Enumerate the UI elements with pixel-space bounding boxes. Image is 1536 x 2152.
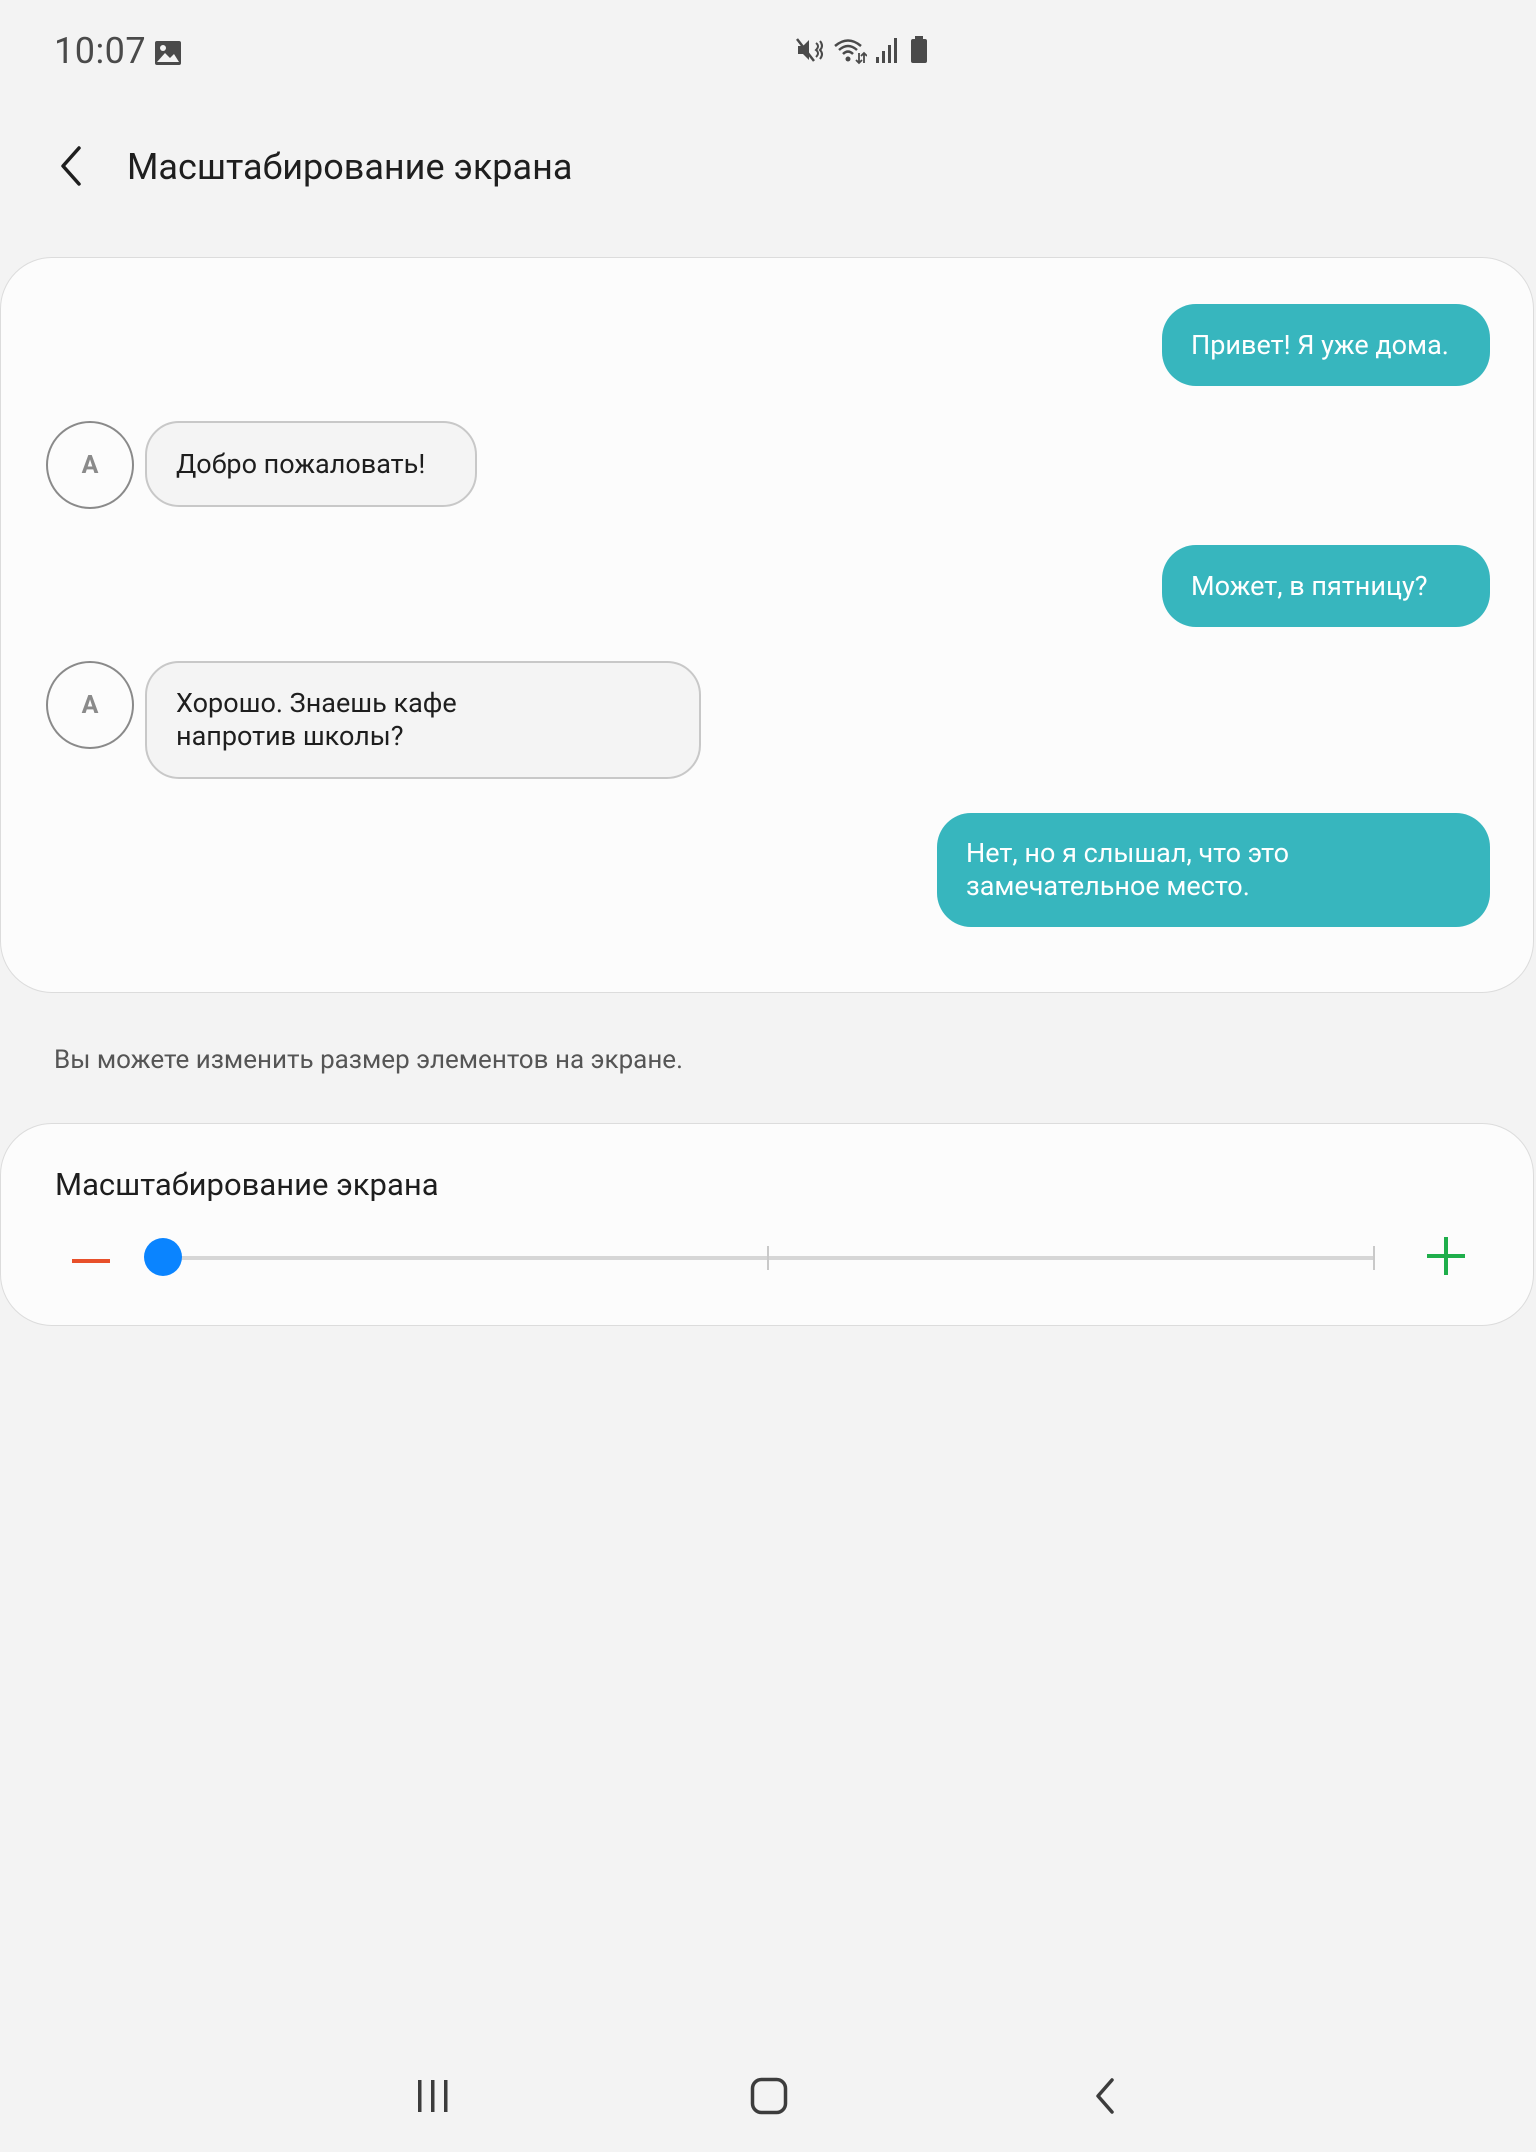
page-title: Масштабирование экрана — [127, 146, 573, 188]
zoom-slider[interactable] — [163, 1246, 1375, 1270]
header: Масштабирование экрана — [0, 104, 1536, 232]
nav-back-button[interactable] — [1077, 2076, 1133, 2120]
plus-icon — [1427, 1237, 1465, 1279]
message-text: Нет, но я слышал, что это замечательное … — [966, 837, 1289, 902]
avatar-initial: A — [81, 690, 99, 720]
zoom-title: Масштабирование экрана — [55, 1166, 439, 1203]
mute-vibrate-icon — [795, 35, 825, 69]
status-time: 10:07 — [54, 30, 147, 72]
message-outgoing: Может, в пятницу? — [1162, 545, 1490, 627]
zoom-slider-thumb[interactable] — [144, 1238, 182, 1276]
message-text: Привет! Я уже дома. — [1191, 328, 1449, 361]
gallery-icon — [154, 40, 182, 66]
message-incoming: Хорошо. Знаешь кафе напротив школы? — [145, 661, 701, 779]
message-text: Добро пожаловать! — [176, 447, 426, 480]
back-icon — [1093, 2077, 1117, 2119]
zoom-in-button[interactable] — [1422, 1234, 1470, 1282]
slider-tick — [767, 1246, 769, 1270]
message-text: Хорошо. Знаешь кафе напротив школы? — [176, 687, 457, 752]
preview-card: Привет! Я уже дома. A Добро пожаловать! … — [0, 257, 1534, 993]
chevron-left-icon — [57, 144, 85, 192]
zoom-out-button[interactable] — [67, 1234, 115, 1282]
minus-icon — [72, 1249, 110, 1268]
home-button[interactable] — [741, 2076, 797, 2120]
home-icon — [750, 2077, 788, 2119]
avatar: A — [46, 421, 134, 509]
message-outgoing: Привет! Я уже дома. — [1162, 304, 1490, 386]
navigation-bar — [0, 2040, 1536, 2152]
avatar-initial: A — [81, 450, 99, 480]
status-icons — [795, 36, 929, 68]
zoom-card: Масштабирование экрана — [0, 1123, 1534, 1326]
message-text: Может, в пятницу? — [1191, 569, 1428, 602]
wifi-icon — [833, 35, 868, 69]
message-outgoing: Нет, но я слышал, что это замечательное … — [937, 813, 1490, 927]
avatar: A — [46, 661, 134, 749]
recent-apps-icon — [415, 2079, 451, 2117]
back-button[interactable] — [46, 138, 96, 198]
status-bar: 10:07 — [0, 0, 1536, 104]
signal-icon — [875, 35, 901, 69]
message-incoming: Добро пожаловать! — [145, 421, 477, 507]
recent-apps-button[interactable] — [405, 2076, 461, 2120]
description-text: Вы можете изменить размер элементов на э… — [54, 1045, 683, 1075]
battery-icon — [909, 35, 929, 69]
slider-tick — [1373, 1246, 1375, 1270]
